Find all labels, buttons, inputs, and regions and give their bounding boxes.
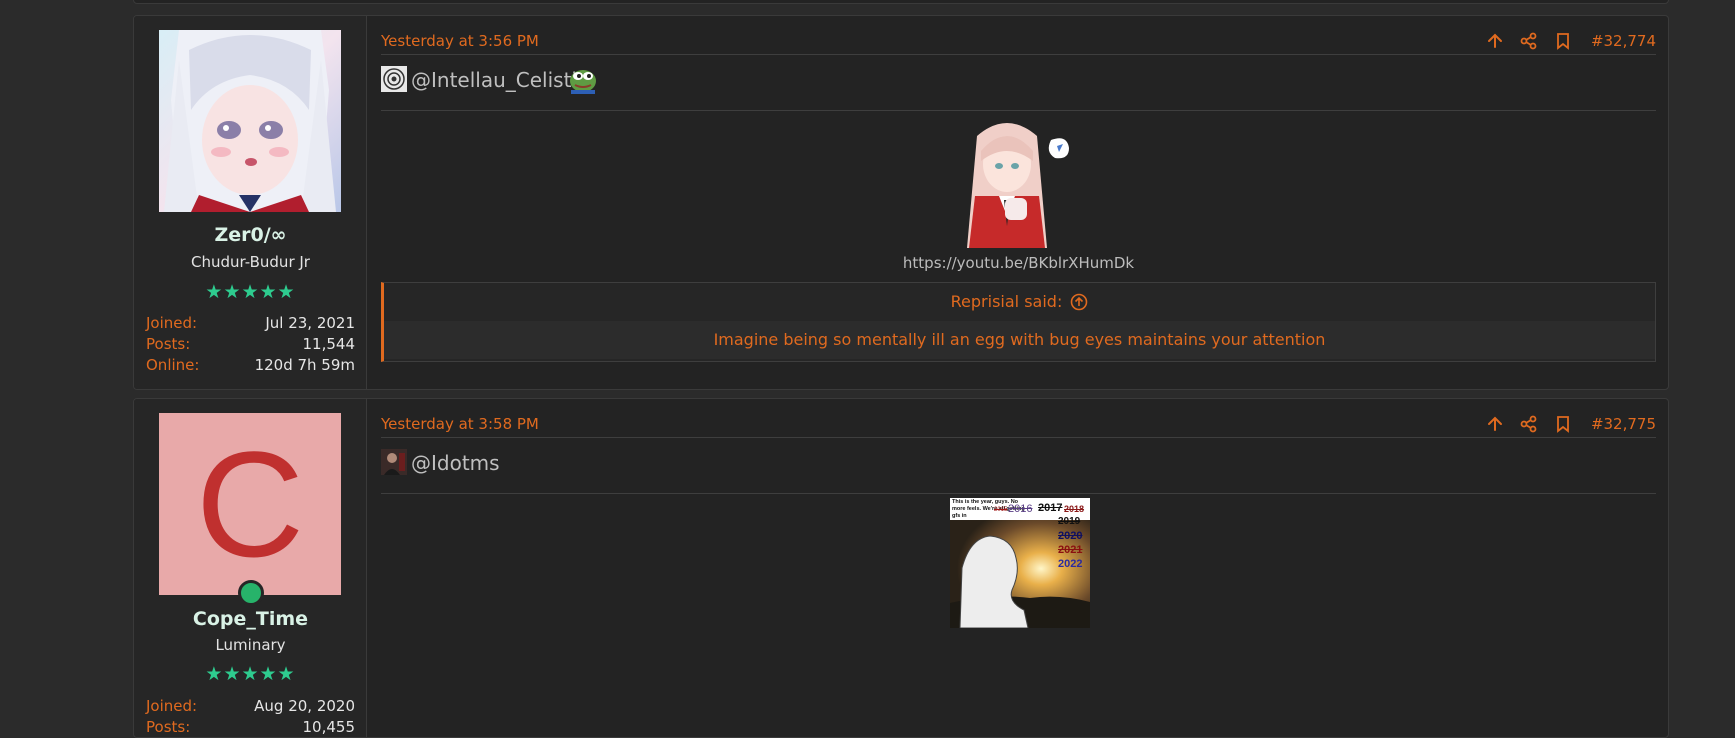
post-date[interactable]: Yesterday at 3:58 PM (381, 415, 539, 433)
stat-value: 10,455 (302, 718, 356, 736)
anime-image[interactable] (947, 116, 1083, 248)
user-mention[interactable]: @Intellau_Celistic (411, 66, 588, 94)
meme-year: 2021 (1058, 544, 1083, 556)
meme-year: 2018 (1064, 504, 1085, 514)
stat-label: Posts: (146, 335, 191, 353)
user-cell: C Cope_Time Luminary ★★★★★ Joined: Aug 2… (134, 399, 367, 737)
quote-text: Imagine being so mentally ill an egg wit… (384, 321, 1655, 359)
pepe-emoji-icon (568, 66, 598, 98)
post-actions: #32,774 (1485, 30, 1656, 52)
stat-joined: Joined: Aug 20, 2020 (146, 697, 355, 717)
arrow-circle-up-icon[interactable] (1070, 293, 1088, 311)
mention-row: @Idotms (381, 449, 1656, 494)
stat-value: Aug 20, 2020 (254, 697, 355, 715)
stat-value: Jul 23, 2021 (265, 314, 355, 332)
post-header: Yesterday at 3:58 PM #32,775 (381, 413, 1656, 438)
previous-post-edge (133, 0, 1669, 4)
quote-author[interactable]: Reprisial said: (951, 283, 1063, 321)
stat-online: Online: 120d 7h 59m (146, 356, 355, 376)
avatar[interactable] (159, 30, 341, 212)
stat-posts: Posts: 11,544 (146, 335, 355, 355)
bookmark-icon[interactable] (1553, 414, 1573, 434)
stat-value: 11,544 (302, 335, 356, 353)
quote-block: Reprisial said: Imagine being so mentall… (381, 282, 1656, 362)
post-32775: C Cope_Time Luminary ★★★★★ Joined: Aug 2… (133, 398, 1669, 738)
user-title: Chudur-Budur Jr (191, 253, 310, 271)
meme-year: 2016 (1008, 503, 1033, 515)
embed-link[interactable]: https://youtu.be/BKblrXHumDk (381, 254, 1656, 272)
stat-label: Joined: (146, 314, 198, 332)
meme-year: 2015 (994, 507, 1008, 513)
rating-stars: ★★★★★ (205, 663, 296, 685)
mention-avatar[interactable] (381, 66, 407, 92)
online-indicator (238, 580, 264, 606)
post-actions: #32,775 (1485, 413, 1656, 435)
stat-label: Online: (146, 356, 200, 374)
mention-row: @Intellau_Celistic (381, 66, 1656, 111)
rating-stars: ★★★★★ (205, 281, 296, 303)
post-32774: Zer0/∞ Chudur-Budur Jr ★★★★★ Joined: Jul… (133, 15, 1669, 390)
avatar-letter: C (195, 420, 305, 588)
user-mention[interactable]: @Idotms (411, 449, 500, 477)
mention-avatar[interactable] (381, 449, 407, 475)
stat-value: 120d 7h 59m (254, 356, 355, 374)
arrow-up-icon[interactable] (1485, 31, 1505, 51)
stat-joined: Joined: Jul 23, 2021 (146, 314, 355, 334)
stat-posts: Posts: 10,455 (146, 718, 356, 737)
stat-label: Posts: (146, 718, 191, 736)
stat-label: Joined: (146, 697, 198, 715)
meme-year: 2019 (1058, 516, 1081, 527)
meme-year: 2017 (1038, 502, 1063, 514)
avatar[interactable]: C (159, 413, 341, 595)
bookmark-icon[interactable] (1553, 31, 1573, 51)
share-icon[interactable] (1519, 31, 1539, 51)
user-cell: Zer0/∞ Chudur-Budur Jr ★★★★★ Joined: Jul… (134, 16, 367, 389)
meme-year: 2020 (1058, 530, 1083, 542)
username[interactable]: Cope_Time (134, 608, 367, 630)
username[interactable]: Zer0/∞ (134, 224, 367, 246)
post-number[interactable]: #32,775 (1591, 415, 1656, 433)
post-number[interactable]: #32,774 (1591, 32, 1656, 50)
user-title: Luminary (215, 636, 286, 654)
meme-image[interactable]: This is the year, guys. No more feels. W… (950, 498, 1090, 628)
arrow-up-icon[interactable] (1485, 414, 1505, 434)
quote-header[interactable]: Reprisial said: (384, 283, 1655, 321)
post-header: Yesterday at 3:56 PM #32,774 (381, 30, 1656, 55)
meme-year: 2022 (1058, 558, 1083, 570)
share-icon[interactable] (1519, 414, 1539, 434)
post-date[interactable]: Yesterday at 3:56 PM (381, 32, 539, 50)
